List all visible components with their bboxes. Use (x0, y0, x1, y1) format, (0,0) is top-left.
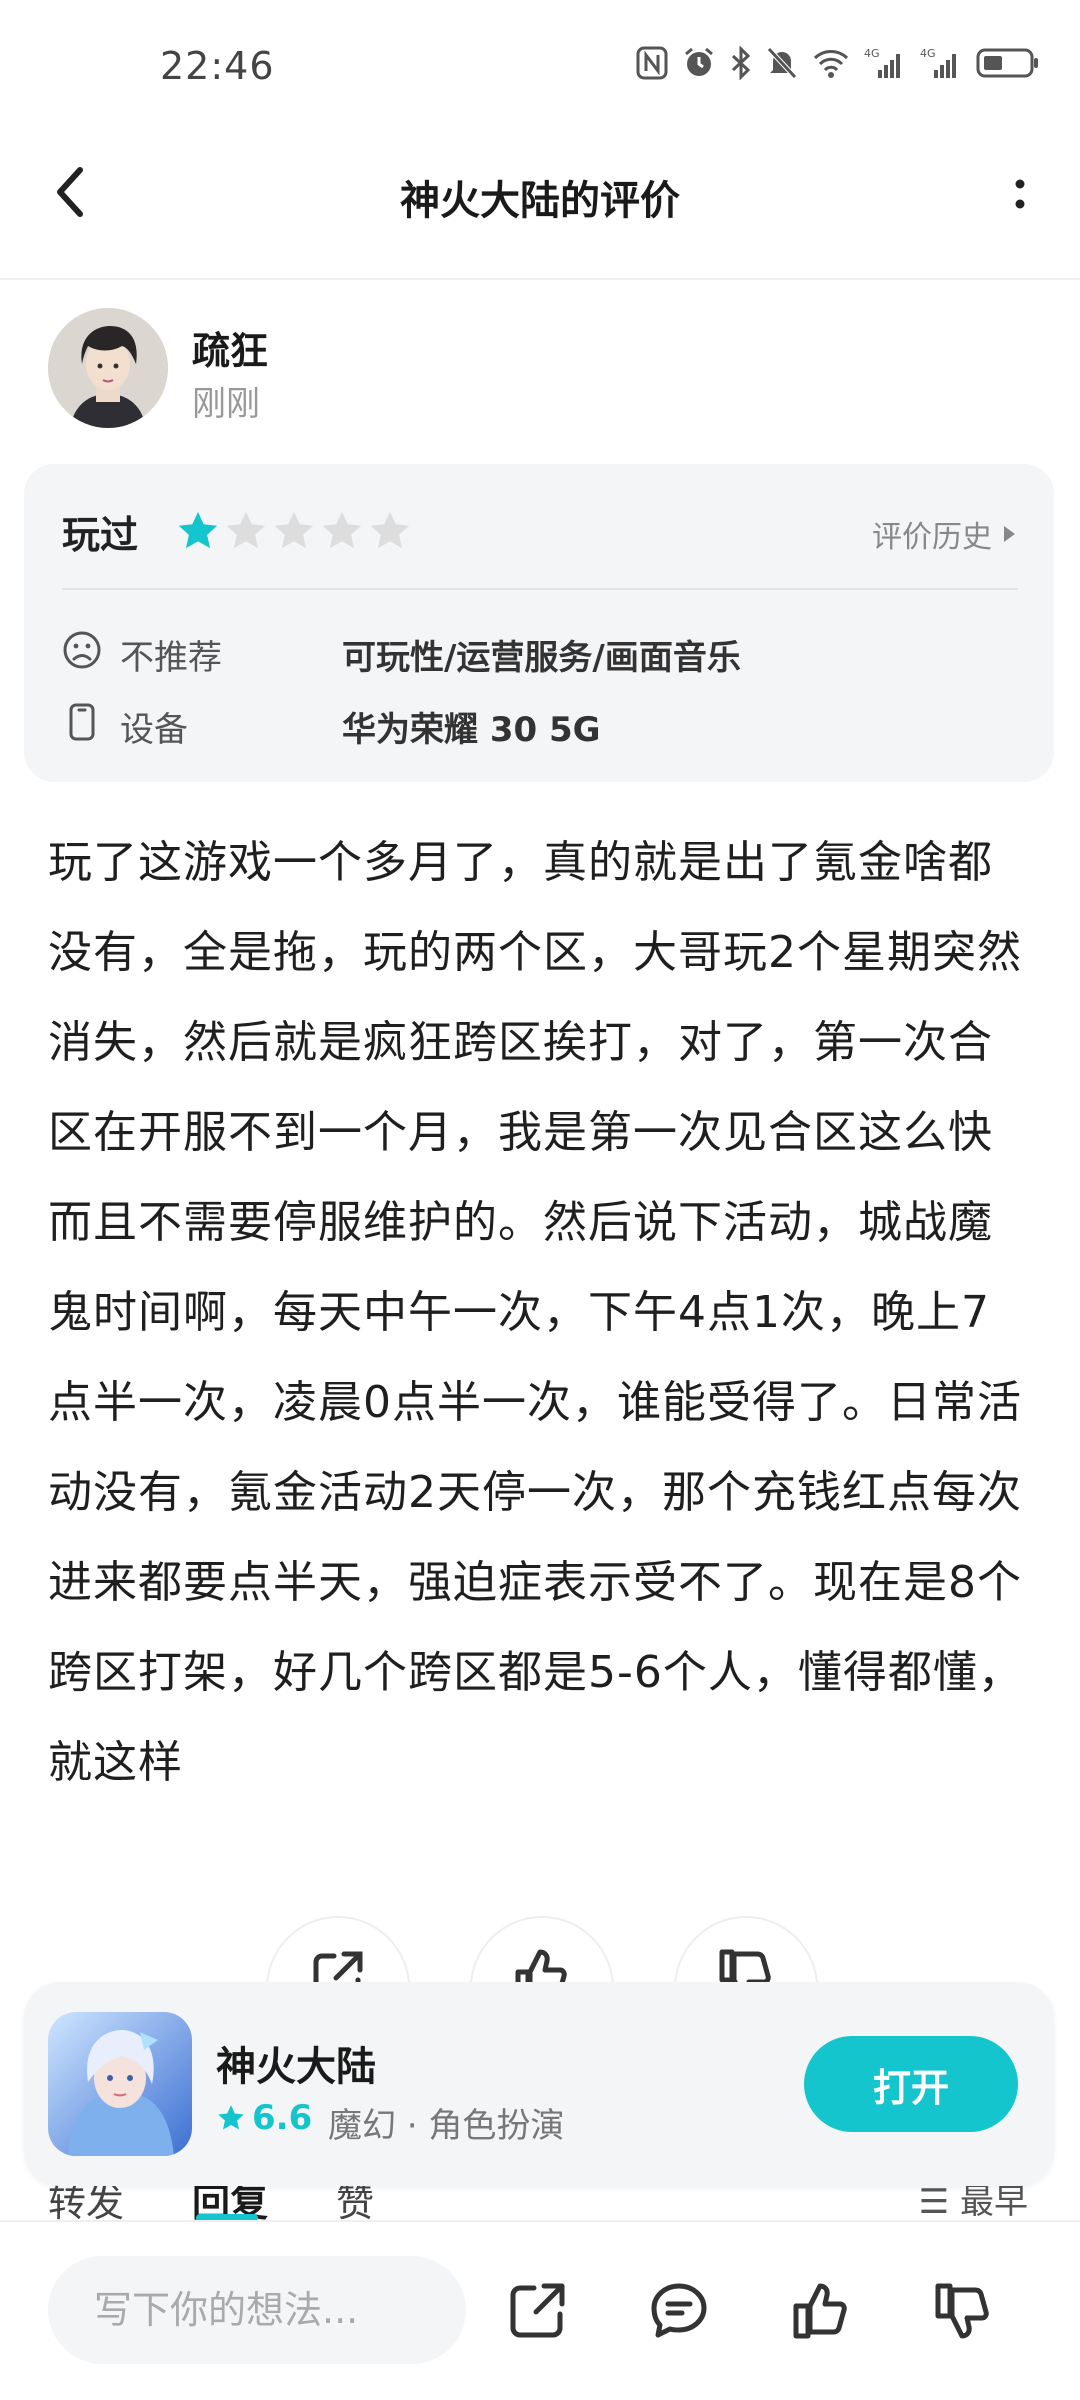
more-button[interactable] (1008, 170, 1032, 220)
card-divider (62, 588, 1018, 590)
app-score: 6.6 (216, 2098, 312, 2138)
like-icon[interactable] (790, 2280, 852, 2342)
phone-device-icon (69, 703, 95, 741)
app-score-value: 6.6 (252, 2098, 313, 2138)
rating-history-link[interactable]: 评价历史 (872, 512, 1016, 556)
bottom-divider (0, 2220, 1080, 2222)
wifi-icon (813, 50, 849, 78)
alarm-icon (685, 47, 713, 76)
star-empty-icon (370, 511, 410, 549)
device-label: 设备 (120, 710, 188, 750)
review-text: 玩了这游戏一个多月了，真的就是出了氪金啥都没有，全是拖，玩的两个区，大哥玩2个星… (48, 837, 1023, 1788)
signal-4g-2-icon: 4G (920, 47, 956, 78)
star-empty-icon (322, 511, 362, 549)
header-divider (0, 278, 1080, 280)
triangle-right-icon (1004, 526, 1015, 542)
bluetooth-icon (731, 46, 751, 80)
share-icon[interactable] (506, 2280, 568, 2342)
open-app-button[interactable]: 打开 (804, 2036, 1018, 2132)
avatar[interactable] (48, 308, 168, 428)
more-vertical-icon (1015, 179, 1025, 209)
username[interactable]: 疏狂 (192, 320, 268, 375)
signal-4g-1-icon: 4G (864, 47, 900, 78)
page-title: 神火大陆的评价 (400, 178, 680, 224)
comment-icon[interactable] (648, 2280, 710, 2342)
post-time: 刚刚 (192, 384, 260, 424)
nfc-icon (636, 46, 668, 80)
recommend-label: 不推荐 (120, 638, 222, 678)
status-icons: 4G 4G (636, 46, 1040, 80)
device-value: 华为荣耀 30 5G (342, 710, 601, 750)
star-filled-icon (178, 511, 218, 549)
recommend-value: 可玩性/运营服务/画面音乐 (342, 638, 741, 678)
app-icon[interactable] (48, 2012, 192, 2156)
rating-history-label: 评价历史 (872, 520, 992, 555)
star-empty-icon (274, 511, 314, 549)
svg-text:4G: 4G (920, 47, 936, 60)
app-tags: 魔幻 · 角色扮演 (328, 2106, 565, 2146)
app-name[interactable]: 神火大陆 (216, 2034, 376, 2092)
sort-icon: ☰ (918, 2182, 950, 2222)
star-empty-icon (226, 511, 266, 549)
star-rating (176, 510, 412, 552)
played-label: 玩过 (62, 513, 139, 557)
comment-input[interactable] (48, 2256, 466, 2364)
sort-label: 最早 (960, 2182, 1028, 2222)
svg-text:4G: 4G (864, 47, 880, 60)
dislike-icon[interactable] (932, 2280, 994, 2342)
mute-icon (767, 47, 797, 79)
frown-face-icon (63, 631, 101, 669)
status-time: 22:46 (160, 44, 275, 88)
star-filled-icon (218, 2105, 244, 2130)
battery-icon (976, 48, 1038, 78)
